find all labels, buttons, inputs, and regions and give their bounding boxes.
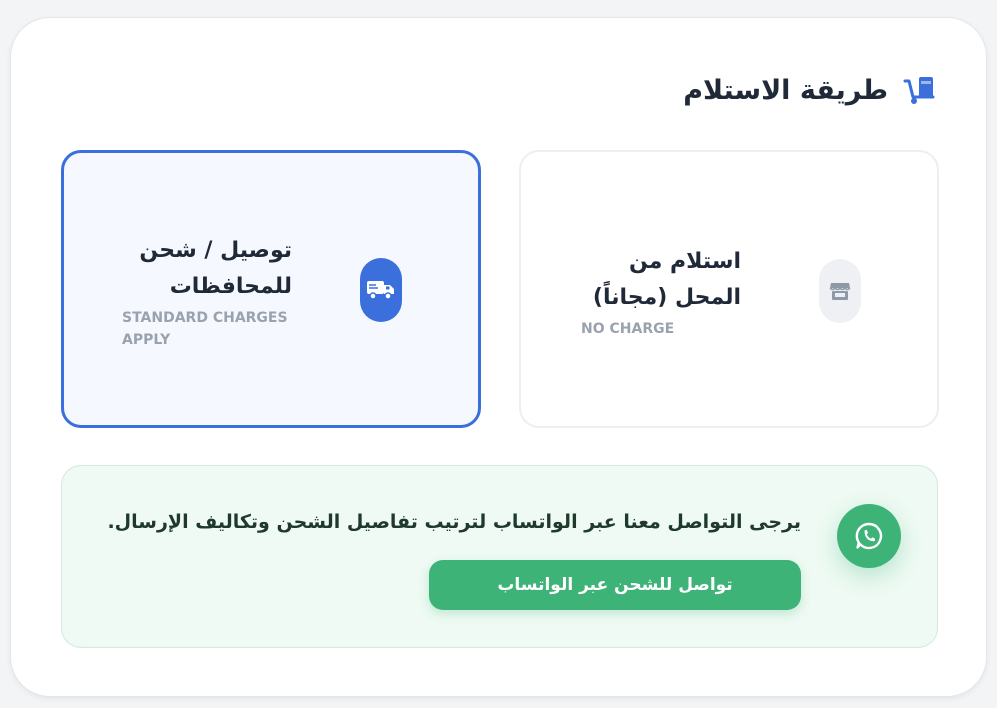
option-subtitle: NO CHARGE bbox=[581, 321, 675, 337]
truck-icon bbox=[360, 258, 402, 322]
option-delivery-shipping[interactable]: توصيل / شحن للمحافظات STANDARD CHARGES A… bbox=[61, 150, 481, 428]
option-subtitle: STANDARD CHARGES APPLY bbox=[122, 310, 288, 348]
option-text: استلام من المحل (مجاناً) NO CHARGE bbox=[581, 244, 741, 340]
section-title: طريقة الاستلام bbox=[683, 74, 888, 106]
option-text: توصيل / شحن للمحافظات STANDARD CHARGES A… bbox=[122, 233, 292, 351]
store-icon bbox=[819, 259, 861, 323]
delivery-method-card: طريقة الاستلام استلام من المحل (مجاناً) … bbox=[10, 17, 987, 697]
option-title: توصيل / شحن للمحافظات bbox=[139, 238, 292, 299]
whatsapp-shipping-button[interactable]: تواصل للشحن عبر الواتساب bbox=[429, 560, 801, 610]
dolly-icon bbox=[900, 74, 938, 106]
option-title: استلام من المحل (مجاناً) bbox=[592, 249, 741, 310]
option-store-pickup[interactable]: استلام من المحل (مجاناً) NO CHARGE bbox=[519, 150, 939, 428]
section-header: طريقة الاستلام bbox=[683, 74, 938, 106]
whatsapp-notice: يرجى التواصل معنا عبر الواتساب لترتيب تف… bbox=[61, 465, 938, 648]
whatsapp-message: يرجى التواصل معنا عبر الواتساب لترتيب تف… bbox=[107, 511, 801, 533]
whatsapp-icon[interactable] bbox=[837, 504, 901, 568]
